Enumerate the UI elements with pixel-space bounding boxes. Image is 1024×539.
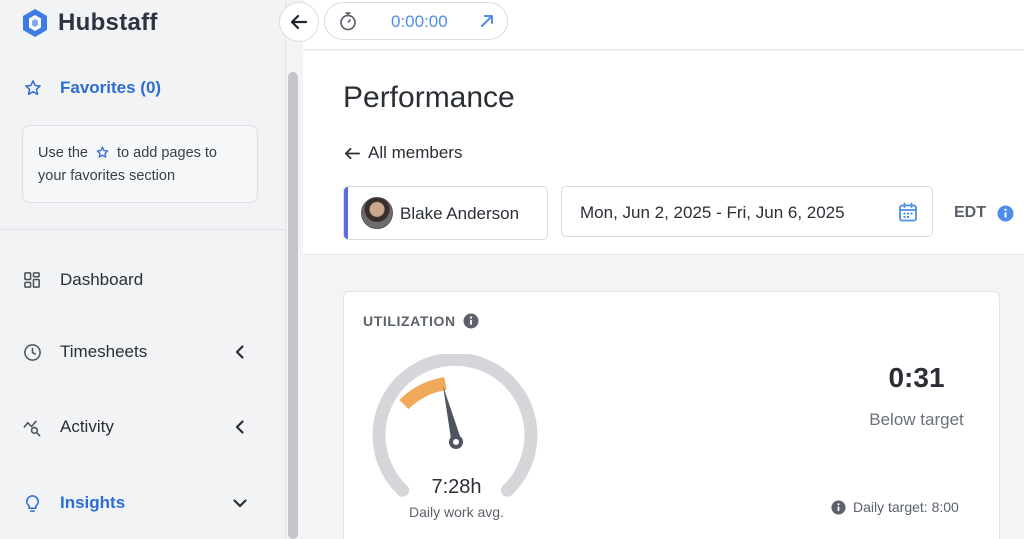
timer-value: 0:00:00 (391, 12, 448, 31)
info-icon[interactable] (997, 205, 1014, 222)
open-timer-icon[interactable] (479, 13, 495, 29)
chevron-left-icon (235, 345, 244, 359)
sidebar: Hubstaff Favorites (0) Use the to add pa… (0, 0, 286, 539)
collapse-sidebar-button[interactable] (279, 2, 319, 42)
sidebar-item-label: Insights (60, 493, 126, 512)
hubstaff-logo-icon (23, 9, 47, 37)
sidebar-scrollbar[interactable] (288, 72, 298, 539)
gauge-needle (443, 386, 463, 449)
favorites-hint: Use the to add pages to your favorites s… (22, 125, 258, 203)
activity-icon (22, 417, 42, 437)
sidebar-item-label: Timesheets (60, 342, 148, 361)
sidebar-item-label: Dashboard (60, 270, 144, 289)
timezone-indicator: EDT (954, 204, 1014, 222)
calendar-icon (899, 202, 917, 222)
favorites-label: Favorites (0) (60, 78, 162, 97)
date-range-picker[interactable]: Mon, Jun 2, 2025 - Fri, Jun 6, 2025 (561, 186, 933, 237)
sidebar-item-insights[interactable]: Insights (22, 488, 252, 518)
member-name: Blake Anderson (400, 204, 520, 223)
utilization-title-label: UTILIZATION (363, 313, 456, 329)
arrow-left-icon (290, 14, 308, 30)
favorites-hint-before: Use the (38, 145, 92, 161)
info-icon[interactable] (831, 499, 846, 515)
page-header: Performance All members Blake Anderson M… (303, 51, 1024, 255)
favorites-toggle[interactable]: Favorites (0) (24, 78, 161, 98)
timezone-label: EDT (954, 204, 986, 221)
clock-icon (22, 342, 42, 362)
lightbulb-icon (22, 493, 42, 513)
member-selector[interactable]: Blake Anderson (343, 186, 548, 240)
chevron-left-icon (235, 420, 244, 434)
gauge-caption: Daily work avg. (409, 504, 504, 520)
sidebar-item-timesheets[interactable]: Timesheets (22, 337, 252, 367)
utilization-card: UTILIZATION 7:28h Daily work avg. 0:31 B… (343, 291, 1000, 539)
dashboard-icon (22, 270, 42, 290)
arrow-left-icon (344, 147, 361, 159)
daily-target: Daily target: 8:00 (831, 499, 959, 515)
utilization-title: UTILIZATION (363, 313, 479, 329)
timer-widget[interactable]: 0:00:00 (324, 2, 508, 40)
page-title: Performance (343, 81, 515, 114)
sidebar-item-label: Activity (60, 417, 114, 436)
daily-target-label: Daily target: 8:00 (853, 499, 959, 515)
target-status: Below target (869, 410, 964, 429)
hubstaff-logo[interactable]: Hubstaff (20, 8, 158, 38)
stopwatch-icon (340, 12, 356, 31)
all-members-link[interactable]: All members (343, 143, 462, 163)
member-accent-bar (344, 187, 348, 239)
target-difference: 0:31 (888, 362, 945, 393)
app-name: Hubstaff (58, 9, 158, 36)
all-members-label: All members (368, 143, 463, 162)
sidebar-item-dashboard[interactable]: Dashboard (22, 265, 252, 295)
avatar (361, 197, 393, 229)
gauge-value: 7:28h (431, 476, 482, 498)
star-icon (96, 146, 109, 158)
date-range-value: Mon, Jun 2, 2025 - Fri, Jun 6, 2025 (580, 203, 845, 222)
gauge-target-segment (399, 377, 447, 410)
star-icon (25, 80, 41, 96)
info-icon[interactable] (463, 313, 479, 329)
sidebar-divider (0, 229, 285, 230)
chevron-down-icon (233, 499, 247, 508)
sidebar-item-activity[interactable]: Activity (22, 412, 252, 442)
